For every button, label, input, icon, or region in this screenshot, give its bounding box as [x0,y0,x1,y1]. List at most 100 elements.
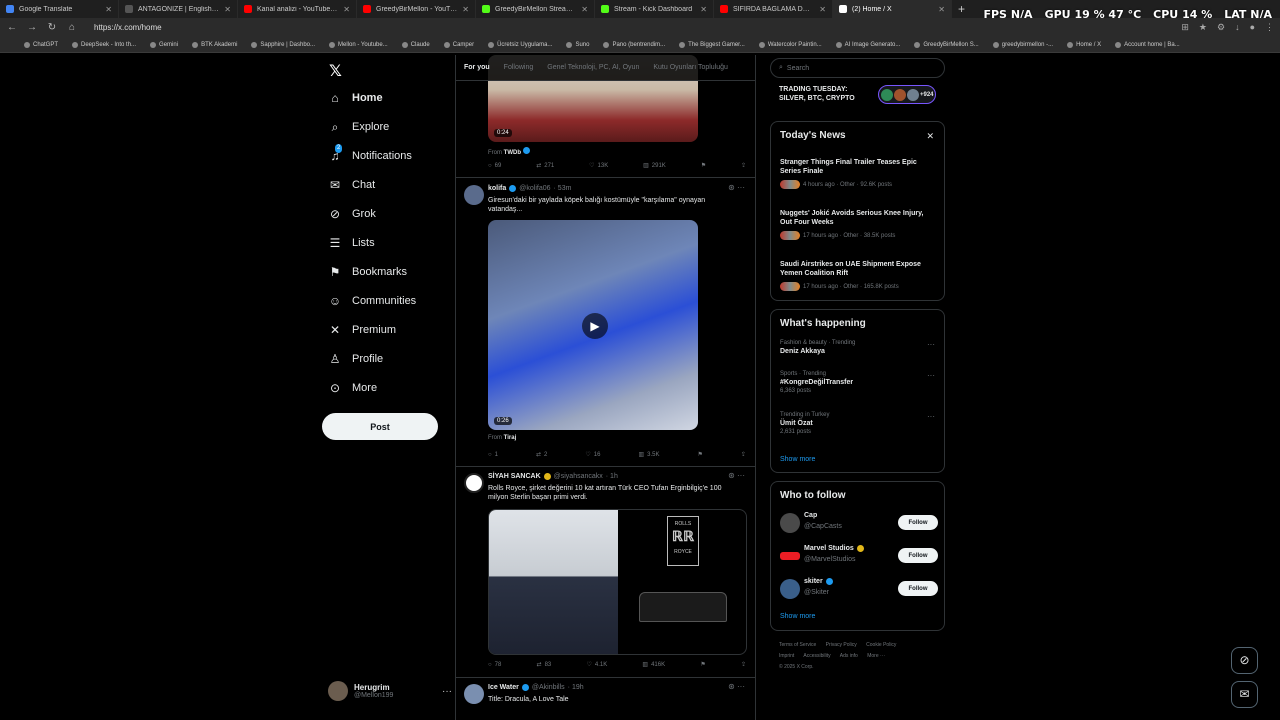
author-name[interactable]: SİYAH SANCAK [488,473,541,480]
footer-link[interactable]: Terms of Service [779,642,816,648]
nav-item-home[interactable]: ⌂ Home [328,91,382,105]
news-item[interactable]: Nuggets' Jokić Avoids Serious Knee Injur… [780,209,935,240]
browser-tab[interactable]: SIFIRDA BAĞLAMA DERSİ 5 | Nota ✕ [714,0,833,18]
bookmark-item[interactable]: Account home | Ba... [1115,41,1180,48]
more-icon[interactable]: ··· [442,686,452,697]
author-handle[interactable]: @Akinbills [532,684,565,691]
home-page-icon[interactable]: ⌂ [66,22,78,33]
bookmark-item[interactable]: Suno [566,41,589,48]
back-icon[interactable]: ← [6,22,18,33]
browser-tab[interactable]: Google Translate ✕ [0,0,119,18]
close-icon[interactable]: ✕ [462,5,469,14]
spaces-listeners[interactable]: +924 [878,85,936,104]
footer-link[interactable]: Privacy Policy [826,642,857,648]
bookmark-item[interactable]: Mellon - Youtube... [329,41,388,48]
bookmark-item[interactable]: greedybirmellon -... [992,41,1053,48]
tweet-image[interactable]: ROLLS ℝℝ ROYCE [488,509,747,655]
tab-for-you[interactable]: For you [464,64,490,71]
avatar[interactable] [780,579,800,599]
views-button[interactable]: ▥ 291K [643,162,666,170]
avatar[interactable] [464,684,484,704]
profile-icon[interactable]: ● [1250,22,1255,33]
trading-spaces-text[interactable]: TRADING TUESDAY: SILVER, BTC, CRYPTO [779,85,874,103]
follow-suggestion[interactable]: Marvel Studios @MarvelStudios Follow [780,545,938,567]
close-icon[interactable]: ✕ [343,5,350,14]
author-handle[interactable]: @kolifa06 [519,185,550,192]
footer-link[interactable]: More ··· [867,653,885,659]
extensions-icon[interactable]: ⚙ [1217,22,1225,33]
close-icon[interactable]: ✕ [819,5,826,14]
avatar[interactable] [780,552,800,560]
browser-tab[interactable]: ANTAGONIZE | English meaning - ✕ [119,0,238,18]
browser-tab-active[interactable]: (2) Home / X ✕ [833,0,952,18]
bookmark-button[interactable]: ⚑ [701,162,706,169]
bookmark-item[interactable]: Gemini [150,41,178,48]
forward-icon[interactable]: → [26,22,38,33]
tab-following[interactable]: Following [504,64,534,71]
repost-button[interactable]: ⇄ 271 [536,162,554,170]
footer-link[interactable]: Cookie Policy [866,642,896,648]
bookmark-item[interactable]: Claude [401,41,430,48]
nav-item-chat[interactable]: ✉ Chat [328,178,375,192]
news-item[interactable]: Stranger Things Final Trailer Teases Epi… [780,158,935,189]
repost-button[interactable]: ⇄ 83 [537,661,552,669]
browser-tab[interactable]: Kanal analizi - YouTube Studio ✕ [238,0,357,18]
nav-item-premium[interactable]: ✕ Premium [328,323,396,337]
menu-icon[interactable]: ⋮ [1265,22,1274,33]
nav-item-explore[interactable]: ⌕ Explore [328,120,390,134]
x-logo-icon[interactable]: 𝕏 [329,61,342,80]
close-icon[interactable]: ✕ [581,5,588,14]
bookmark-item[interactable]: AI Image Generato... [835,41,900,48]
tweet-time[interactable]: · 19h [568,684,584,691]
bookmark-button[interactable]: ⚑ [700,661,705,668]
footer-link[interactable]: Accessibility [803,653,830,659]
more-icon[interactable]: ··· [927,371,935,380]
views-button[interactable]: ▥ 416K [642,661,665,669]
download-icon[interactable]: ↓ [1235,22,1240,33]
bookmark-item[interactable]: Watercolor Paintin... [758,41,822,48]
author-handle[interactable]: @siyahsancakx [554,473,603,480]
share-button[interactable]: ⇪ [741,661,746,668]
avatar[interactable] [464,473,484,493]
nav-item-more[interactable]: ⊙ More [328,381,377,395]
nav-item-profile[interactable]: ♙ Profile [328,352,384,366]
more-icon[interactable]: ⊛ ··· [728,682,745,691]
bookmark-item[interactable]: BTK Akademi [192,41,237,48]
trend-item[interactable]: Fashion & beauty · Trending Deniz Akkaya… [780,340,935,355]
url-field[interactable]: https://x.com/home [94,23,1173,32]
follow-button[interactable]: Follow [898,548,938,563]
bookmark-item[interactable]: Ücretsiz Uygulama... [488,41,552,48]
more-icon[interactable]: ⊛ ··· [728,183,745,192]
bookmark-item[interactable]: Camper [443,41,474,48]
nav-item-communities[interactable]: ☺ Communities [328,294,416,308]
bookmark-item[interactable]: GreedyBirMellon S... [914,41,979,48]
messages-fab-icon[interactable]: ✉ [1231,681,1258,708]
bookmark-item[interactable]: Sapphire | Dashbo... [251,41,315,48]
like-button[interactable]: ♡ 13K [589,162,608,170]
more-icon[interactable]: ··· [927,412,935,421]
browser-tab[interactable]: GreedyBirMellon Stream - Watch ✕ [476,0,595,18]
close-icon[interactable]: ✕ [700,5,707,14]
avatar[interactable] [780,513,800,533]
bookmark-item[interactable]: ChatGPT [24,41,58,48]
bookmark-item[interactable]: Pano (bentrendim... [603,41,665,48]
follow-button[interactable]: Follow [898,515,938,530]
more-icon[interactable]: ··· [927,340,935,349]
close-icon[interactable]: ✕ [105,5,112,14]
share-button[interactable]: ⇪ [741,162,746,169]
trend-item[interactable]: Trending in Turkey Ümit Özat 2,631 posts… [780,412,935,435]
repost-button[interactable]: ⇄ 2 [536,451,547,459]
nav-item-bookmarks[interactable]: ⚑ Bookmarks [328,265,407,279]
follow-suggestion[interactable]: Cap @CapCasts Follow [780,512,938,534]
close-icon[interactable]: ✕ [926,131,934,142]
browser-tab[interactable]: GreedyBirMellon - YouTube ✕ [357,0,476,18]
views-button[interactable]: ▥ 3.5K [638,451,659,459]
avatar[interactable] [464,185,484,205]
reply-button[interactable]: ○ 78 [488,661,501,668]
translate-icon[interactable]: ⊞ [1181,22,1189,33]
news-item[interactable]: Saudi Airstrikes on UAE Shipment Expose … [780,260,935,291]
browser-tab[interactable]: Stream - Kick Dashboard ✕ [595,0,714,18]
play-icon[interactable]: ▶ [582,313,608,339]
bookmark-button[interactable]: ⚑ [698,451,703,458]
show-more-link[interactable]: Show more [780,456,815,463]
